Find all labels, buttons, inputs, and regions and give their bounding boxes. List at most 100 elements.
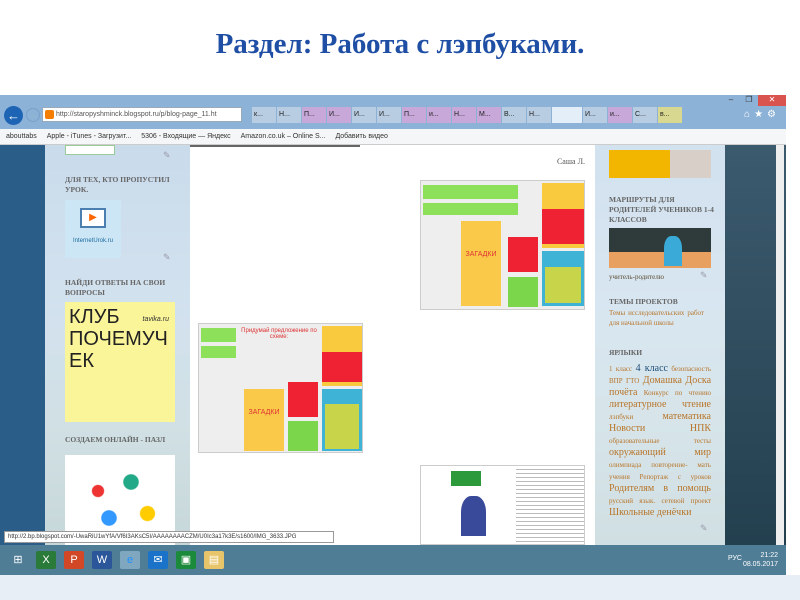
file-explorer-icon[interactable]: ▤ [204,551,224,569]
lapbook-photo[interactable]: Придумай предложение по схеме: ЗАГАДКИ [198,323,363,453]
forward-button[interactable]: → [26,108,40,122]
window-controls: – ❐ ✕ [722,95,786,106]
date: 08.05.2017 [742,561,778,568]
browser-tab[interactable]: и... [608,107,632,123]
mail-icon[interactable]: ✉ [148,551,168,569]
teacher-image[interactable] [609,228,711,268]
bookmark-item[interactable]: Amazon.co.uk – Online S... [241,133,326,140]
label-link[interactable]: 1 класс [609,365,632,373]
label-link[interactable]: образовательные тесты [609,437,711,445]
school-banner[interactable] [609,150,711,178]
browser-tab[interactable] [552,107,582,123]
label-link[interactable]: лэпбуки [609,413,633,421]
browser-tab[interactable]: и... [427,107,451,123]
club-banner[interactable]: КЛУБ ПОЧЕМУЧЕК tavika.ru [65,302,175,422]
home-icon[interactable]: ⌂ [744,109,754,120]
time: 21:22 [760,552,778,559]
browser-tab[interactable]: П... [402,107,426,123]
routes-link[interactable]: учитель-родителю [609,271,664,283]
main-content: Саша Л. ЗАГАДКИ Придумай предложение по … [190,145,595,545]
author-name: Саша Л. [556,157,585,166]
browser-tab[interactable]: И... [377,107,401,123]
label-link[interactable]: литературное чтение [609,399,711,410]
label-link[interactable]: Родителям в помощь [609,483,711,494]
clock[interactable]: 21:22 08.05.2017 [743,551,778,569]
bookmark-item[interactable]: Apple - iTunes - Загрузит... [47,133,131,140]
right-sidebar: МАРШРУТЫ ДЛЯ РОДИТЕЛЕЙ УЧЕНИКОВ 1-4 КЛАС… [595,145,725,545]
address-bar[interactable]: http://staropyshminck.blogspot.ru/p/blog… [42,107,242,122]
store-icon[interactable]: ▣ [176,551,196,569]
label-link[interactable]: 4 класс [636,363,668,374]
bookmarks-bar: abouttabs Apple - iTunes - Загрузит... 5… [0,129,786,145]
browser-tab[interactable]: в... [658,107,682,123]
url-text: http://staropyshminck.blogspot.ru/p/blog… [56,111,217,118]
label-link[interactable]: ГТО [626,377,639,385]
browser-toolbar: ← → http://staropyshminck.blogspot.ru/p/… [0,95,786,129]
slide-footer [0,575,800,600]
label-link[interactable]: Репортаж с уроков [640,473,711,481]
label-link[interactable]: Новости [609,423,645,434]
bookmark-item[interactable]: Добавить видео [335,133,387,140]
restore-button[interactable]: ❐ [740,95,758,106]
windows-start-icon[interactable]: ⊞ [8,551,28,569]
word-icon[interactable]: W [92,551,112,569]
label-link[interactable]: математика [662,411,711,422]
lapbook-photo[interactable]: ЗАГАДКИ [420,180,585,310]
banner-sub: tavika.ru [142,316,169,323]
edit-icon[interactable]: ✎ [700,270,708,281]
minimize-button[interactable]: – [722,95,740,106]
section-heading: ТЕМЫ ПРОЕКТОВ [609,297,678,306]
page-edge [0,145,45,545]
back-button[interactable]: ← [4,106,23,125]
label-link[interactable]: сетевой проект [661,497,711,505]
label-link[interactable]: НПК [690,423,711,434]
browser-tab[interactable]: С... [633,107,657,123]
label-link[interactable]: олимпиада [609,461,641,469]
browser-tab[interactable]: М... [477,107,501,123]
riddles-label: ЗАГАДКИ [461,221,501,306]
blogger-icon [45,110,54,119]
toolbar-icons: ⌂★⚙ [744,109,780,120]
browser-tab[interactable]: В... [502,107,526,123]
label-link[interactable]: Школьные денёчки [609,507,691,518]
browser-tab[interactable]: Н... [527,107,551,123]
label-link[interactable]: Конкурс по чтению [644,389,711,397]
bookmark-item[interactable]: abouttabs [6,133,37,140]
browser-tab[interactable]: И... [583,107,607,123]
scheme-label: Придумай предложение по схеме: [241,328,317,340]
lapbook-photo[interactable] [420,465,585,545]
scrollbar[interactable] [776,145,784,545]
internet-explorer-icon[interactable]: e [120,551,140,569]
browser-tab[interactable]: к... [252,107,276,123]
edit-icon[interactable]: ✎ [700,523,708,534]
label-link[interactable]: Домашка [643,375,682,386]
label-link[interactable]: русский язык. [609,497,655,505]
divider [190,145,360,147]
close-button[interactable]: ✕ [758,95,786,106]
language-indicator[interactable]: РУС [728,555,742,562]
excel-icon[interactable]: X [36,551,56,569]
gear-icon[interactable]: ⚙ [767,109,780,120]
edit-icon[interactable]: ✎ [163,252,171,263]
bookmark-item[interactable]: 5306 - Входящие — Яндекс [141,133,230,140]
riddles-label: ЗАГАДКИ [244,389,284,451]
browser-tab[interactable]: П... [302,107,326,123]
interneturok-banner[interactable]: ▶ InternetUrok.ru [65,200,121,258]
projects-link[interactable]: Темы исследовательских работ для начальн… [609,308,704,328]
left-sidebar: ДЛЯ ТЕХ, КТО ПРОПУСТИЛ УРОК. ▶ InternetUr… [45,145,190,545]
edit-icon[interactable]: ✎ [163,150,171,161]
browser-tab[interactable]: И... [327,107,351,123]
taskbar: ⊞ X P W e ✉ ▣ ▤ РУС 21:22 08.05.2017 [0,545,786,575]
label-link[interactable]: безопасность [671,365,711,373]
powerpoint-icon[interactable]: P [64,551,84,569]
section-heading: НАЙДИ ОТВЕТЫ НА СВОИ ВОПРОСЫ [65,278,166,297]
label-link[interactable]: окружающий мир [609,447,711,458]
banner-text: InternetUrok.ru [72,238,114,244]
label-link[interactable]: ВПР [609,377,623,385]
browser-tab[interactable]: И... [352,107,376,123]
labels-cloud: 1 класс 4 класс безопасность ВПР ГТО Дом… [609,363,711,519]
star-icon[interactable]: ★ [754,109,767,120]
browser-tab[interactable]: Н... [452,107,476,123]
web-page: ДЛЯ ТЕХ, КТО ПРОПУСТИЛ УРОК. ▶ InternetUr… [0,145,786,545]
browser-tab[interactable]: Н... [277,107,301,123]
